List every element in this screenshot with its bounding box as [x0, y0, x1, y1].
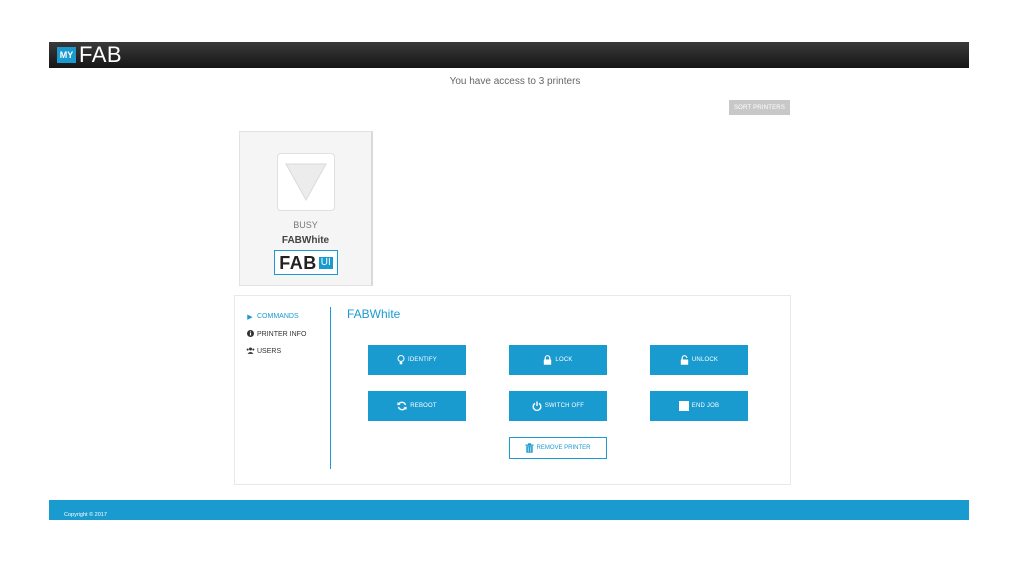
top-navbar: MY FAB — [49, 42, 969, 68]
unlock-label: UNLOCK — [691, 357, 719, 363]
printer-name: FABWhite — [281, 235, 330, 246]
panel-divider — [330, 307, 331, 469]
nav-item-label: USERS — [257, 348, 282, 356]
footer: Copyright © 2017 — [49, 500, 969, 520]
nav-item-label: COMMANDS — [257, 313, 299, 321]
remove-printer-label: REMOVE PRINTER — [536, 445, 591, 451]
users-icon — [245, 347, 255, 356]
nav-item-printer-info[interactable]: PRINTER INFO — [245, 326, 306, 344]
reboot-button[interactable]: REBOOT — [368, 391, 466, 421]
nav-item-commands[interactable]: ▶ COMMANDS — [245, 308, 306, 326]
sort-printers-button[interactable]: SORT PRINTERS — [729, 100, 790, 115]
nav-item-label: PRINTER INFO — [257, 330, 307, 338]
refresh-icon — [397, 401, 407, 411]
end-job-button[interactable]: END JOB — [650, 391, 748, 421]
fabui-logo-text: FAB — [279, 252, 317, 273]
printer-triangle-icon — [285, 163, 327, 202]
printer-thumbnail — [277, 153, 335, 211]
unlock-button[interactable]: UNLOCK — [650, 345, 748, 375]
switch-off-label: SWITCH OFF — [544, 403, 585, 409]
lock-button[interactable]: LOCK — [509, 345, 607, 375]
power-icon — [532, 401, 542, 411]
myfab-logo[interactable]: MY FAB — [57, 44, 122, 66]
copyright-text: Copyright © 2017 — [64, 512, 107, 518]
lock-icon — [544, 355, 552, 365]
caret-right-icon: ▶ — [247, 313, 253, 321]
lock-label: LOCK — [555, 357, 573, 363]
nav-item-users[interactable]: USERS — [245, 343, 306, 361]
identify-button[interactable]: IDENTIFY — [368, 345, 466, 375]
logo-fab-text: FAB — [79, 42, 123, 67]
info-circle-icon — [245, 329, 255, 339]
lightbulb-icon — [397, 355, 405, 365]
trash-icon — [525, 443, 534, 453]
switch-off-button[interactable]: SWITCH OFF — [509, 391, 607, 421]
fabui-logo-ui: UI — [318, 256, 333, 269]
printer-sidenav: ▶ COMMANDS PRINTER INFO USERS — [245, 308, 306, 361]
printer-status: BUSY — [293, 220, 318, 230]
printer-access-message: You have access to 3 printers — [449, 76, 581, 87]
printer-card[interactable]: BUSY FABWhite FAB UI — [239, 131, 373, 286]
end-job-label: END JOB — [691, 403, 720, 409]
stop-icon — [678, 401, 689, 411]
reboot-label: REBOOT — [410, 403, 437, 409]
unlock-icon — [680, 355, 689, 365]
fabui-logo: FAB UI — [274, 250, 338, 275]
remove-printer-button[interactable]: REMOVE PRINTER — [509, 437, 607, 459]
printer-detail-panel: ▶ COMMANDS PRINTER INFO USERS FABWhite I… — [234, 295, 791, 485]
identify-label: IDENTIFY — [408, 357, 437, 363]
panel-title: FABWhite — [347, 307, 401, 321]
logo-my-badge: MY — [57, 47, 76, 63]
